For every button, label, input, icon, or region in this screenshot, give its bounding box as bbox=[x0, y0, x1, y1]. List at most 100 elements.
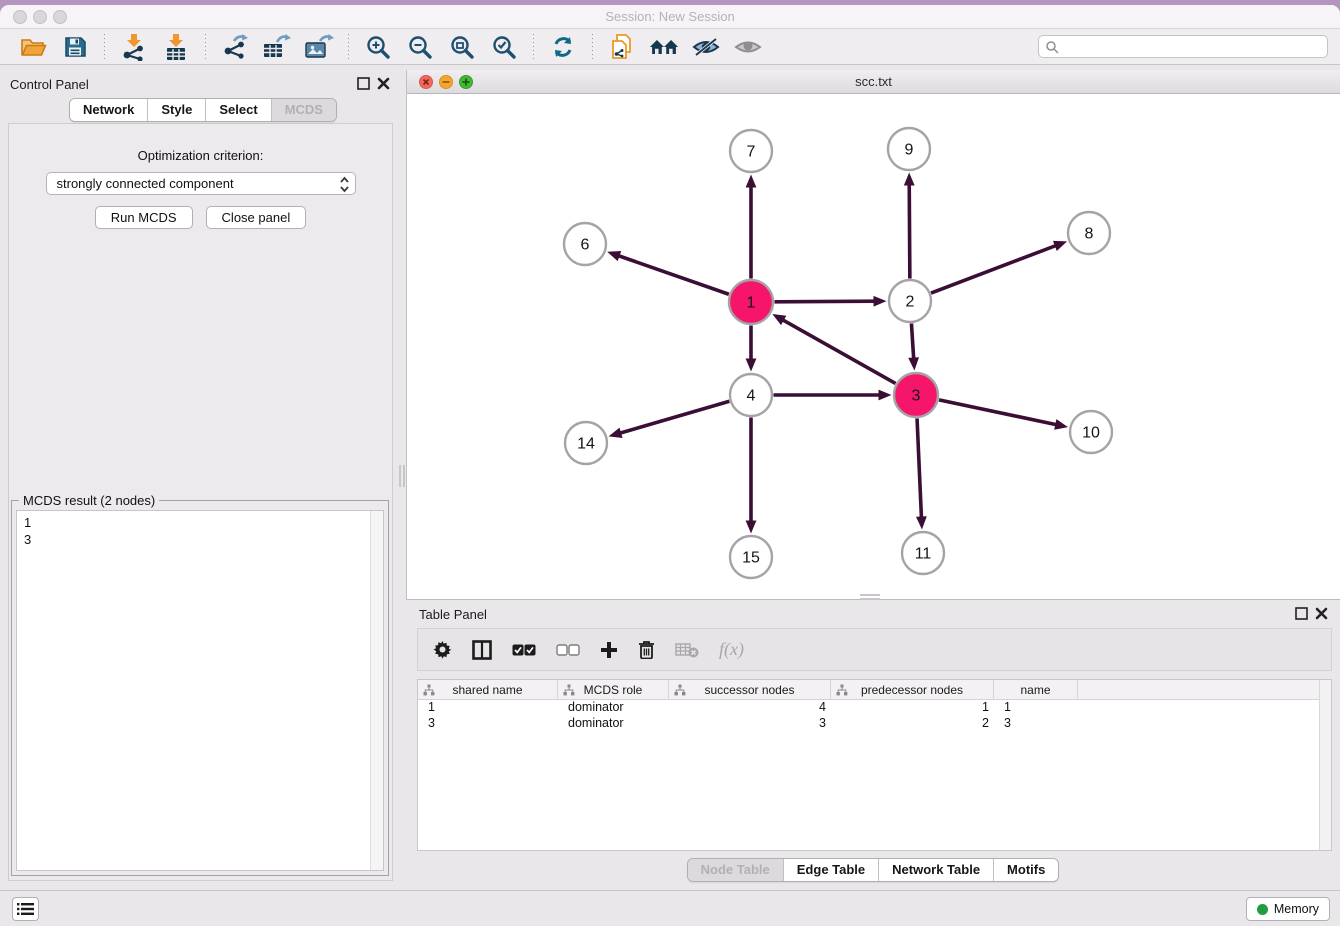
select-all-rows-button[interactable] bbox=[512, 644, 536, 656]
graph-edge-arrowhead bbox=[908, 357, 919, 370]
table-row[interactable]: 1dominator411 bbox=[418, 700, 1331, 716]
table-cell[interactable]: 1 bbox=[831, 700, 994, 716]
graph-edge-1-6[interactable] bbox=[618, 255, 729, 294]
column-header-name[interactable]: name bbox=[994, 680, 1078, 699]
zoom-selected-button[interactable] bbox=[489, 32, 519, 62]
table-cell[interactable]: 1 bbox=[418, 700, 558, 716]
export-network-icon bbox=[221, 33, 249, 61]
export-network-button[interactable] bbox=[220, 32, 250, 62]
hide-panel-button[interactable] bbox=[691, 32, 721, 62]
save-session-button[interactable] bbox=[60, 32, 90, 62]
table-cell[interactable]: 4 bbox=[669, 700, 831, 716]
show-panel-button[interactable] bbox=[733, 32, 763, 62]
network-graph[interactable]: 7968124314101511 bbox=[407, 94, 1340, 599]
tab-mcds[interactable]: MCDS bbox=[272, 99, 336, 121]
graph-edge-1-2[interactable] bbox=[774, 301, 875, 302]
column-tree-icon bbox=[563, 684, 575, 696]
criterion-value: strongly connected component bbox=[57, 176, 234, 191]
zoom-out-button[interactable] bbox=[405, 32, 435, 62]
delete-table-button[interactable] bbox=[675, 642, 699, 658]
result-scrollbar[interactable] bbox=[370, 511, 383, 870]
zoom-in-button[interactable] bbox=[363, 32, 393, 62]
close-panel-action-button[interactable]: Close panel bbox=[206, 206, 307, 229]
table-cell[interactable]: 3 bbox=[994, 716, 1078, 732]
graph-edge-2-9[interactable] bbox=[909, 183, 910, 278]
table-cell[interactable]: 3 bbox=[669, 716, 831, 732]
graph-node-label: 4 bbox=[747, 388, 756, 405]
toggle-column-view-button[interactable] bbox=[472, 640, 492, 660]
apply-layout-button[interactable] bbox=[548, 32, 578, 62]
function-builder-button[interactable]: f(x) bbox=[719, 639, 744, 660]
task-list-icon bbox=[17, 902, 34, 916]
graph-edge-arrowhead bbox=[746, 521, 757, 534]
export-image-button[interactable] bbox=[304, 32, 334, 62]
search-field[interactable] bbox=[1038, 35, 1328, 58]
close-panel-button[interactable] bbox=[376, 77, 390, 91]
import-table-button[interactable] bbox=[161, 32, 191, 62]
table-cell[interactable]: dominator bbox=[558, 716, 669, 732]
close-icon bbox=[1315, 607, 1328, 620]
copy-network-icon bbox=[609, 33, 635, 61]
tab-edge-table[interactable]: Edge Table bbox=[784, 859, 879, 881]
home-button[interactable] bbox=[649, 32, 679, 62]
eye-icon bbox=[733, 35, 763, 59]
tab-network-table[interactable]: Network Table bbox=[879, 859, 994, 881]
graph-edge-3-1[interactable] bbox=[782, 319, 896, 383]
column-header-MCDS-role[interactable]: MCDS role bbox=[558, 680, 669, 699]
graph-edge-2-3[interactable] bbox=[911, 323, 913, 359]
column-header-predecessor-nodes[interactable]: predecessor nodes bbox=[831, 680, 994, 699]
graph-edge-arrowhead bbox=[1054, 419, 1068, 430]
deselect-all-rows-button[interactable] bbox=[556, 644, 580, 656]
add-column-button[interactable] bbox=[600, 641, 618, 659]
import-network-button[interactable] bbox=[119, 32, 149, 62]
zoom-fit-icon bbox=[449, 34, 475, 60]
tab-network[interactable]: Network bbox=[70, 99, 148, 121]
network-window-titlebar: scc.txt bbox=[407, 70, 1340, 94]
zoom-fit-button[interactable] bbox=[447, 32, 477, 62]
main-toolbar bbox=[0, 29, 1340, 65]
open-session-button[interactable] bbox=[18, 32, 48, 62]
delete-column-button[interactable] bbox=[638, 640, 655, 659]
tab-style[interactable]: Style bbox=[148, 99, 206, 121]
graph-edge-4-14[interactable] bbox=[619, 401, 729, 433]
run-mcds-button[interactable]: Run MCDS bbox=[95, 206, 193, 229]
graph-node-label: 7 bbox=[747, 144, 756, 161]
task-history-button[interactable] bbox=[12, 897, 39, 921]
column-header-label: name bbox=[1020, 683, 1050, 697]
network-canvas[interactable]: 7968124314101511 bbox=[407, 94, 1340, 599]
tab-node-table[interactable]: Node Table bbox=[688, 859, 784, 881]
table-scrollbar[interactable] bbox=[1319, 680, 1331, 850]
table-cell[interactable]: 3 bbox=[418, 716, 558, 732]
table-cell[interactable]: 1 bbox=[994, 700, 1078, 716]
table-cell[interactable]: dominator bbox=[558, 700, 669, 716]
clone-network-button[interactable] bbox=[607, 32, 637, 62]
float-panel-button[interactable] bbox=[356, 77, 370, 91]
splitter-handle-horizontal[interactable] bbox=[860, 594, 880, 600]
table-options-button[interactable] bbox=[433, 640, 452, 659]
graph-node-label: 15 bbox=[742, 550, 760, 567]
unchecked-boxes-icon bbox=[556, 644, 580, 656]
close-table-panel-button[interactable] bbox=[1314, 607, 1328, 621]
export-table-button[interactable] bbox=[262, 32, 292, 62]
search-input[interactable] bbox=[1059, 40, 1321, 54]
column-header-successor-nodes[interactable]: successor nodes bbox=[669, 680, 831, 699]
mcds-result-text[interactable]: 13 bbox=[17, 511, 370, 870]
graph-edge-3-11[interactable] bbox=[917, 418, 921, 518]
graph-edge-2-8[interactable] bbox=[931, 245, 1057, 293]
tab-motifs[interactable]: Motifs bbox=[994, 859, 1058, 881]
column-header-shared-name[interactable]: shared name bbox=[418, 680, 558, 699]
table-header-row: shared nameMCDS role successor nodes prede… bbox=[418, 680, 1331, 700]
graph-edge-arrowhead bbox=[916, 516, 927, 529]
table-row[interactable]: 3dominator323 bbox=[418, 716, 1331, 732]
table-cell[interactable]: 2 bbox=[831, 716, 994, 732]
float-table-panel-button[interactable] bbox=[1294, 607, 1308, 621]
graph-edge-3-10[interactable] bbox=[939, 400, 1057, 425]
column-header-label: successor nodes bbox=[704, 683, 794, 697]
splitter-handle-vertical[interactable] bbox=[399, 465, 405, 487]
criterion-select[interactable]: strongly connected component bbox=[46, 172, 356, 195]
search-icon bbox=[1045, 40, 1059, 54]
zoom-selected-icon bbox=[491, 34, 517, 60]
table-panel-title: Table Panel bbox=[419, 607, 487, 622]
tab-select[interactable]: Select bbox=[206, 99, 271, 121]
memory-button[interactable]: Memory bbox=[1246, 897, 1330, 921]
